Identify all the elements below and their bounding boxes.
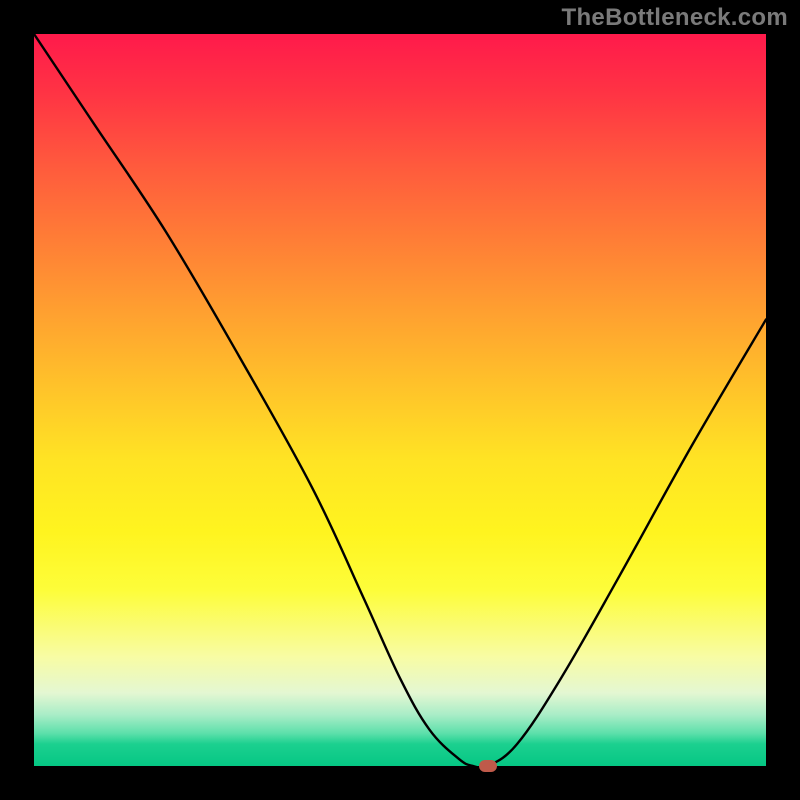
watermark-text: TheBottleneck.com: [562, 4, 788, 32]
plot-area: [34, 34, 766, 766]
chart-frame: TheBottleneck.com: [0, 0, 800, 800]
curve-path: [34, 34, 766, 766]
bottleneck-curve: [34, 34, 766, 766]
optimum-marker: [479, 760, 497, 772]
